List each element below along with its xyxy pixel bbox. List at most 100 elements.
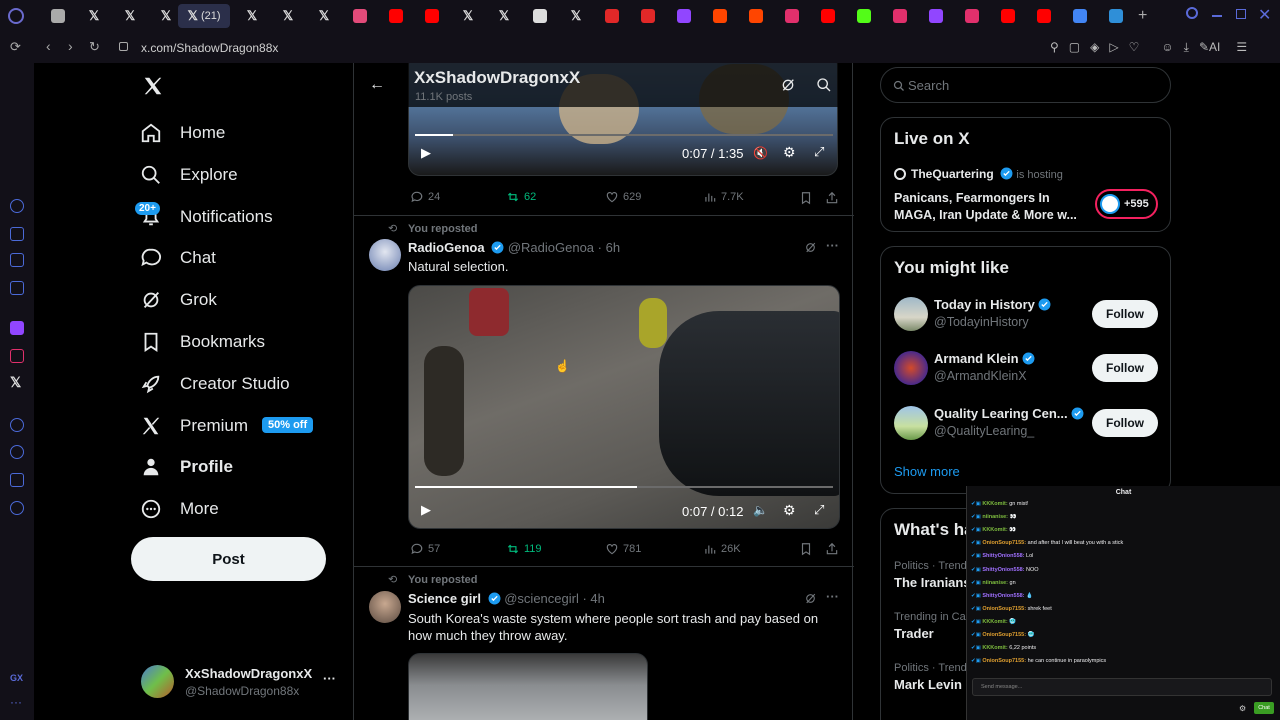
chat-username[interactable]: OnionSoup7155: xyxy=(982,540,1026,546)
live-space-title[interactable]: Panicans, Fearmongers In MAGA, Iran Upda… xyxy=(894,190,1089,224)
browser-tab-x[interactable]: 𝕏 xyxy=(272,4,304,28)
sync-icon[interactable]: ⟳ xyxy=(10,39,21,55)
sidebar-player-icon[interactable] xyxy=(10,418,24,432)
browser-tab-x[interactable]: 𝕏 (21) xyxy=(178,4,230,28)
new-tab-icon[interactable]: + xyxy=(1138,7,1147,25)
pin-icon[interactable]: ⚲ xyxy=(1050,40,1059,55)
account-icon[interactable]: ☺ xyxy=(1161,40,1173,55)
suggested-user-name[interactable]: Quality Learing Cen... xyxy=(934,406,1068,421)
browser-tab-photos[interactable] xyxy=(1100,4,1132,28)
nav-chat[interactable]: Chat xyxy=(140,240,216,276)
post-more-icon[interactable]: ··· xyxy=(826,589,839,604)
chat-username[interactable]: OnionSoup7155: xyxy=(982,606,1026,612)
mute-icon[interactable]: 🔇 xyxy=(753,146,768,160)
bookmark-icon[interactable] xyxy=(799,542,813,556)
browser-tab-flipboard[interactable] xyxy=(596,4,628,28)
suggested-user-avatar[interactable] xyxy=(894,351,928,385)
browser-tab-x-dev[interactable] xyxy=(344,4,376,28)
post-author-name[interactable]: Science girl xyxy=(408,591,481,606)
post-video-player[interactable]: ▶ 0:07 / 0:12 🔈 ⚙ ⤢ xyxy=(408,285,840,529)
browser-tab-x[interactable]: 𝕏 xyxy=(308,4,340,28)
trend-name[interactable]: The Iranians xyxy=(894,575,971,590)
sidebar-instagram-icon[interactable] xyxy=(10,349,24,363)
chat-username[interactable]: KKKomit: xyxy=(982,527,1007,533)
video-progress-track[interactable] xyxy=(415,134,833,136)
account-name[interactable]: XxShadowDragonxX xyxy=(185,666,312,681)
sidebar-history-icon[interactable] xyxy=(10,445,24,459)
browser-tab-instagram[interactable] xyxy=(776,4,808,28)
live-host-name[interactable]: TheQuartering xyxy=(911,167,994,181)
browser-tab-twitch[interactable] xyxy=(920,4,952,28)
suggested-user-avatar[interactable] xyxy=(894,297,928,331)
ai-icon[interactable]: ✎AI xyxy=(1199,40,1220,55)
browser-tab-reddit[interactable] xyxy=(704,4,736,28)
play-icon[interactable]: ▶ xyxy=(421,502,431,518)
menu-icon[interactable]: ☰ xyxy=(1236,40,1247,55)
like-action[interactable]: 781 xyxy=(605,542,641,556)
nav-bookmarks[interactable]: Bookmarks xyxy=(140,324,265,360)
views-action[interactable]: 7.7K xyxy=(703,190,744,204)
chat-username[interactable]: niinanise: xyxy=(982,514,1008,520)
chat-username[interactable]: KKKomit: xyxy=(982,619,1007,625)
close-window-icon[interactable]: ✕ xyxy=(1258,5,1271,25)
url-field[interactable]: x.com/ShadowDragon88x xyxy=(141,41,278,55)
chat-input[interactable]: Send message... xyxy=(972,678,1272,696)
minimize-icon[interactable] xyxy=(1212,15,1222,17)
sidebar-extensions-icon[interactable] xyxy=(10,473,24,487)
browser-tab-x[interactable]: 𝕏 xyxy=(236,4,268,28)
sidebar-crypto-icon[interactable] xyxy=(10,253,24,267)
account-more-button[interactable]: ··· xyxy=(323,671,336,686)
opera-logo-icon[interactable] xyxy=(8,8,24,24)
browser-tab-twitch[interactable] xyxy=(668,4,700,28)
sidebar-messenger-icon[interactable] xyxy=(10,281,24,295)
browser-tab-x[interactable]: 𝕏 xyxy=(488,4,520,28)
like-action[interactable]: 629 xyxy=(605,190,641,204)
sidebar-aria-icon[interactable] xyxy=(10,199,24,213)
chat-username[interactable]: KKKomit: xyxy=(982,645,1007,651)
follow-button[interactable]: Follow xyxy=(1092,354,1158,382)
forward-icon[interactable]: › xyxy=(68,38,73,54)
chat-username[interactable]: ShittyOnion558: xyxy=(982,567,1024,573)
suggested-user-avatar[interactable] xyxy=(894,406,928,440)
browser-tab-flipboard[interactable] xyxy=(632,4,664,28)
reply-action[interactable]: 57 xyxy=(410,542,440,556)
snapshot-icon[interactable]: ▢ xyxy=(1069,40,1080,55)
post-avatar[interactable] xyxy=(369,591,401,623)
browser-tab-reddit[interactable] xyxy=(740,4,772,28)
post-video-thumbnail[interactable] xyxy=(408,653,648,720)
post-avatar[interactable] xyxy=(369,239,401,271)
post-time[interactable]: · 6h xyxy=(598,240,620,255)
fullscreen-icon[interactable]: ⤢ xyxy=(814,502,824,518)
fullscreen-icon[interactable]: ⤢ xyxy=(814,144,824,160)
post-author-name[interactable]: RadioGenoa xyxy=(408,240,485,255)
browser-tab-google[interactable] xyxy=(1064,4,1096,28)
x-logo-icon[interactable] xyxy=(142,75,164,97)
sidebar-twitch-icon[interactable] xyxy=(10,321,24,335)
sidebar-settings-icon[interactable] xyxy=(10,501,24,515)
browser-tab-youtube[interactable] xyxy=(992,4,1024,28)
post-more-icon[interactable]: ··· xyxy=(826,238,839,253)
reply-action[interactable]: 24 xyxy=(410,190,440,204)
browser-tab-youtube[interactable] xyxy=(812,4,844,28)
video-settings-icon[interactable]: ⚙ xyxy=(783,144,796,161)
browser-tab-kick[interactable] xyxy=(848,4,880,28)
play-icon[interactable]: ▷ xyxy=(1109,40,1118,55)
sidebar-bot-icon[interactable] xyxy=(10,227,24,241)
browser-tab-x[interactable]: 𝕏 xyxy=(560,4,592,28)
repost-action[interactable]: 62 xyxy=(506,190,536,204)
bookmark-icon[interactable] xyxy=(799,191,813,205)
search-box[interactable]: Search xyxy=(880,67,1171,103)
suggested-user-name[interactable]: Armand Klein xyxy=(934,351,1019,366)
video-settings-icon[interactable]: ⚙ xyxy=(783,502,796,519)
heart-icon[interactable]: ♡ xyxy=(1129,40,1140,55)
chat-settings-icon[interactable]: ⚙ xyxy=(1239,704,1246,713)
browser-tab-x[interactable]: 𝕏 xyxy=(78,4,110,28)
browser-tab-youtube[interactable] xyxy=(416,4,448,28)
back-arrow-icon[interactable]: ← xyxy=(369,76,385,94)
grok-icon[interactable] xyxy=(804,592,817,605)
trend-name[interactable]: Mark Levin xyxy=(894,677,962,692)
chat-username[interactable]: OnionSoup7155: xyxy=(982,632,1026,638)
back-icon[interactable]: ‹ xyxy=(46,38,51,54)
browser-tab-news[interactable] xyxy=(524,4,556,28)
maximize-icon[interactable] xyxy=(1236,9,1246,19)
